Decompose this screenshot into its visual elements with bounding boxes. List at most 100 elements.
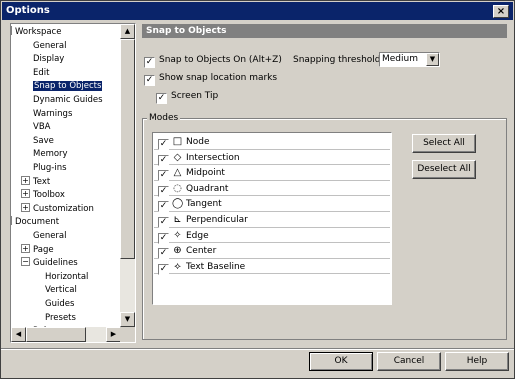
title-bar: Options × xyxy=(2,2,513,20)
tree-item[interactable]: Guides xyxy=(45,298,74,311)
screen-tip-checkbox[interactable]: ✓ Screen Tip xyxy=(156,90,218,104)
tree-item[interactable]: + Customization xyxy=(21,202,94,216)
snap-on-checkbox[interactable]: ✓ Snap to Objects On (Alt+Z) xyxy=(144,54,282,68)
tree-item-label: Save xyxy=(33,135,54,146)
mode-item[interactable]: ✓ ✧ Edge xyxy=(154,228,390,244)
checkbox-icon[interactable]: ✓ xyxy=(158,217,169,228)
options-dialog: Options × −WorkspaceGeneralDisplayEditSn… xyxy=(0,0,515,379)
tree-item[interactable]: Dynamic Guides xyxy=(33,94,103,107)
scroll-thumb[interactable] xyxy=(120,39,135,259)
tangent-icon: ◯ xyxy=(172,198,184,210)
center-icon: ⊕ xyxy=(173,245,182,257)
options-tree[interactable]: −WorkspaceGeneralDisplayEditSnap to Obje… xyxy=(10,23,136,343)
footer-separator xyxy=(1,348,514,350)
screen-tip-label: Screen Tip xyxy=(171,91,219,101)
checkbox-icon[interactable]: ✓ xyxy=(158,232,169,244)
arrow-left-icon: ◀ xyxy=(15,330,22,338)
expand-icon[interactable]: + xyxy=(21,243,30,253)
tree-item[interactable]: −Document xyxy=(11,216,59,229)
quadrant-icon: ◌ xyxy=(173,182,182,194)
threshold-label: Snapping threshold xyxy=(293,55,381,65)
cancel-button[interactable]: Cancel xyxy=(377,352,441,371)
tree-items: −WorkspaceGeneralDisplayEditSnap to Obje… xyxy=(11,24,121,342)
checkbox-icon[interactable]: ✓ xyxy=(158,248,169,260)
checkbox-icon[interactable]: ✓ xyxy=(158,201,169,213)
tree-item-label: Workspace xyxy=(15,27,62,37)
tree-item[interactable]: − Guidelines xyxy=(21,257,78,270)
tree-item[interactable]: Vertical xyxy=(45,284,77,297)
ok-button[interactable]: OK xyxy=(309,352,373,371)
mode-item[interactable]: ✓ ⊾ Perpendicular xyxy=(154,212,390,228)
mode-item[interactable]: ✓ ◯ Tangent xyxy=(154,196,390,213)
checkbox-icon: ✓ xyxy=(156,93,167,104)
select-all-button[interactable]: Select All xyxy=(412,134,476,153)
expand-icon[interactable]: + xyxy=(21,189,30,199)
help-button[interactable]: Help xyxy=(445,352,509,371)
tree-item[interactable]: −Workspace xyxy=(11,26,61,39)
close-icon: × xyxy=(496,6,506,17)
tree-item[interactable]: Save xyxy=(33,135,54,148)
scroll-left-button[interactable]: ◀ xyxy=(11,327,26,342)
mode-item[interactable]: ✓ ◇ Intersection xyxy=(154,150,390,166)
panel-title: Snap to Objects xyxy=(142,24,507,38)
mode-label: Center xyxy=(186,246,217,257)
mode-item[interactable]: ✓ △ Midpoint xyxy=(154,165,390,182)
tree-item-label: VBA xyxy=(33,122,51,133)
show-marks-checkbox[interactable]: ✓ Show snap location marks xyxy=(144,72,277,86)
tree-item[interactable]: + Text xyxy=(21,175,50,189)
chevron-down-icon[interactable]: ▼ xyxy=(426,53,439,66)
tree-item[interactable]: General xyxy=(33,230,67,243)
checkbox-icon[interactable]: ✓ xyxy=(158,170,169,182)
expand-icon[interactable]: + xyxy=(21,202,30,212)
tree-item[interactable]: Edit xyxy=(33,67,49,80)
mode-item[interactable]: ✓ □ Node xyxy=(154,134,390,150)
horizontal-scroll-thumb[interactable] xyxy=(26,327,86,342)
tree-item-label: General xyxy=(33,231,67,241)
mode-label: Text Baseline xyxy=(186,261,246,272)
arrow-up-icon: ▲ xyxy=(124,27,131,35)
tree-item-label: Snap to Objects xyxy=(33,81,103,92)
threshold-select[interactable]: Medium ▼ xyxy=(379,52,440,67)
tree-item[interactable]: Memory xyxy=(33,148,68,161)
mode-label: Intersection xyxy=(186,152,240,163)
checkbox-icon[interactable]: ✓ xyxy=(158,185,169,197)
tree-item[interactable]: VBA xyxy=(33,121,50,134)
mode-item[interactable]: ✓ ⊕ Center xyxy=(154,243,390,260)
tree-item[interactable]: Presets xyxy=(45,312,76,325)
checkbox-icon[interactable]: ✓ xyxy=(158,154,169,166)
scroll-right-button[interactable]: ▶ xyxy=(106,327,121,342)
tree-item[interactable]: Plug-ins xyxy=(33,162,67,175)
node-icon: □ xyxy=(172,136,183,147)
tree-item[interactable]: Horizontal xyxy=(45,271,88,284)
mode-item[interactable]: ✓ ⟡ Text Baseline xyxy=(154,259,390,275)
scroll-up-button[interactable]: ▲ xyxy=(120,24,135,39)
show-marks-label: Show snap location marks xyxy=(159,73,278,83)
scroll-down-button[interactable]: ▼ xyxy=(120,312,135,327)
collapse-icon[interactable]: − xyxy=(11,216,12,226)
deselect-all-button[interactable]: Deselect All xyxy=(412,160,476,179)
checkbox-icon[interactable]: ✓ xyxy=(158,139,169,150)
expand-icon[interactable]: + xyxy=(21,175,30,185)
tree-item[interactable]: + Page xyxy=(21,243,54,257)
tree-item[interactable]: Display xyxy=(33,53,64,66)
tree-item-label: Dynamic Guides xyxy=(33,95,103,105)
mode-label: Perpendicular xyxy=(186,215,248,225)
tree-item[interactable]: Snap to Objects xyxy=(33,80,103,93)
collapse-icon[interactable]: − xyxy=(21,257,30,267)
tree-item-label: Memory xyxy=(33,149,68,160)
mode-label: Quadrant xyxy=(186,183,229,194)
collapse-icon[interactable]: − xyxy=(11,26,12,35)
mode-item[interactable]: ✓ ◌ Quadrant xyxy=(154,181,390,197)
tree-item[interactable]: + Toolbox xyxy=(21,189,65,202)
tree-item[interactable]: General xyxy=(33,40,67,53)
tree-vertical-scrollbar[interactable]: ▲ ▼ xyxy=(120,24,135,342)
close-button[interactable]: × xyxy=(493,5,509,18)
tree-item-label: Guides xyxy=(45,299,75,309)
threshold-value: Medium xyxy=(382,54,418,64)
window-title: Options xyxy=(6,5,50,16)
tree-horizontal-scrollbar[interactable]: ◀ ▶ xyxy=(11,327,121,342)
mode-label: Tangent xyxy=(186,199,222,210)
mode-label: Midpoint xyxy=(186,168,225,179)
tree-item[interactable]: Warnings xyxy=(33,108,72,121)
checkbox-icon[interactable]: ✓ xyxy=(158,263,169,275)
